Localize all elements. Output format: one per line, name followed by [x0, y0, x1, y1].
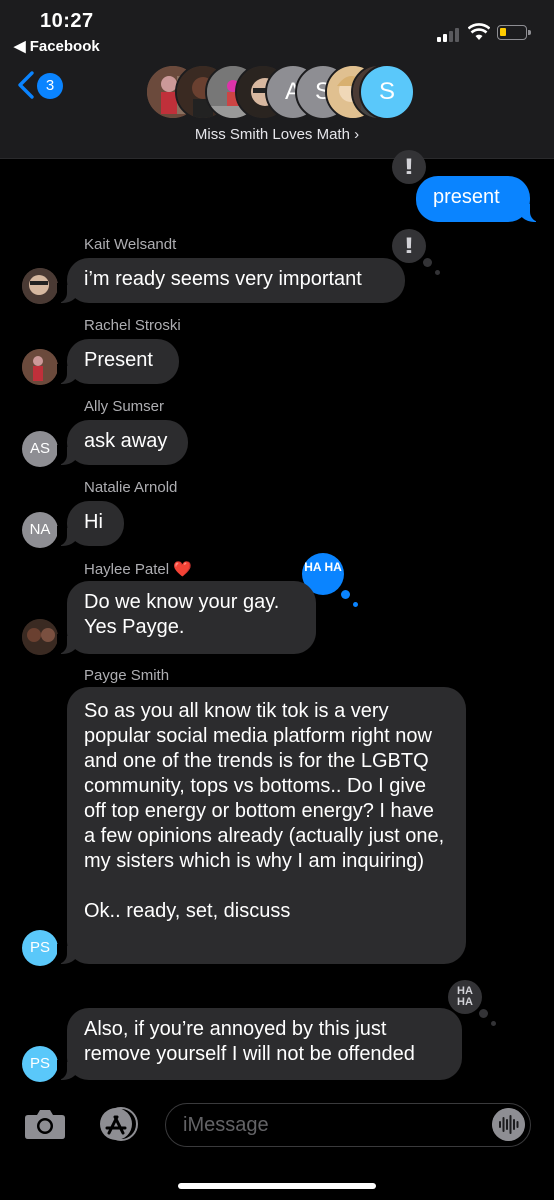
sender-name: Natalie Arnold: [84, 479, 178, 496]
message-bubble[interactable]: Do we know your gay. Yes Payge.: [57, 581, 316, 654]
back-to-app-link[interactable]: ◀ Facebook: [14, 37, 100, 55]
app-store-icon[interactable]: [94, 1107, 138, 1141]
tapback-haha[interactable]: HA HA: [448, 980, 496, 1026]
wifi-icon: [468, 23, 490, 40]
avatar-initials[interactable]: NA: [22, 512, 58, 548]
sender-name: Kait Welsandt: [84, 236, 177, 253]
cellular-signal-icon: [437, 26, 463, 42]
unread-count-badge[interactable]: 3: [37, 73, 63, 99]
message-bubble[interactable]: So as you all know tik tok is a very pop…: [57, 687, 466, 964]
sender-name: Haylee Patel ❤️: [84, 560, 192, 578]
sender-name: Payge Smith: [84, 667, 170, 684]
status-time: 10:27: [40, 10, 94, 32]
message-input-placeholder: iMessage: [183, 1114, 269, 1136]
sender-name: Ally Sumser: [84, 398, 165, 415]
exclamation-icon: !!: [404, 233, 414, 258]
exclamation-icon: !!: [404, 154, 414, 179]
camera-icon[interactable]: [24, 1108, 66, 1140]
message-input[interactable]: iMessage: [165, 1103, 531, 1147]
haha-icon: HA HA: [457, 985, 473, 1008]
avatar-rachel[interactable]: [22, 349, 58, 385]
back-chevron-icon[interactable]: [14, 70, 38, 100]
avatar-initials[interactable]: PS: [22, 1046, 58, 1082]
group-avatars[interactable]: A S S: [145, 64, 415, 120]
message-bubble[interactable]: Hi: [57, 501, 124, 546]
tapback-exclamation[interactable]: !!: [392, 150, 440, 196]
tapback-exclamation[interactable]: !!: [392, 229, 440, 275]
avatar-kait[interactable]: [22, 268, 58, 304]
home-indicator[interactable]: [178, 1183, 376, 1189]
group-name[interactable]: Miss Smith Loves Math ›: [0, 126, 554, 143]
heart-emoji: ❤️: [173, 561, 192, 578]
message-bubble[interactable]: Present: [57, 339, 179, 384]
message-bubble[interactable]: i’m ready seems very important: [57, 258, 405, 303]
audio-waveform-icon[interactable]: [492, 1108, 525, 1141]
avatar-haylee[interactable]: [22, 619, 58, 655]
message-bubble[interactable]: ask away: [57, 420, 188, 465]
group-avatar-initials: S: [359, 64, 415, 120]
message-bubble-outgoing[interactable]: present: [416, 176, 540, 222]
sender-name: Rachel Stroski: [84, 317, 181, 334]
avatar-initials[interactable]: AS: [22, 431, 58, 467]
conversation-header: 10:27 ◀ Facebook 3 A S S Miss Smith Love…: [0, 0, 554, 159]
avatar-initials[interactable]: PS: [22, 930, 58, 966]
sender-name-text: Haylee Patel: [84, 561, 170, 578]
battery-icon: [497, 25, 531, 40]
message-bubble[interactable]: Also, if you’re annoyed by this just rem…: [57, 1008, 462, 1080]
